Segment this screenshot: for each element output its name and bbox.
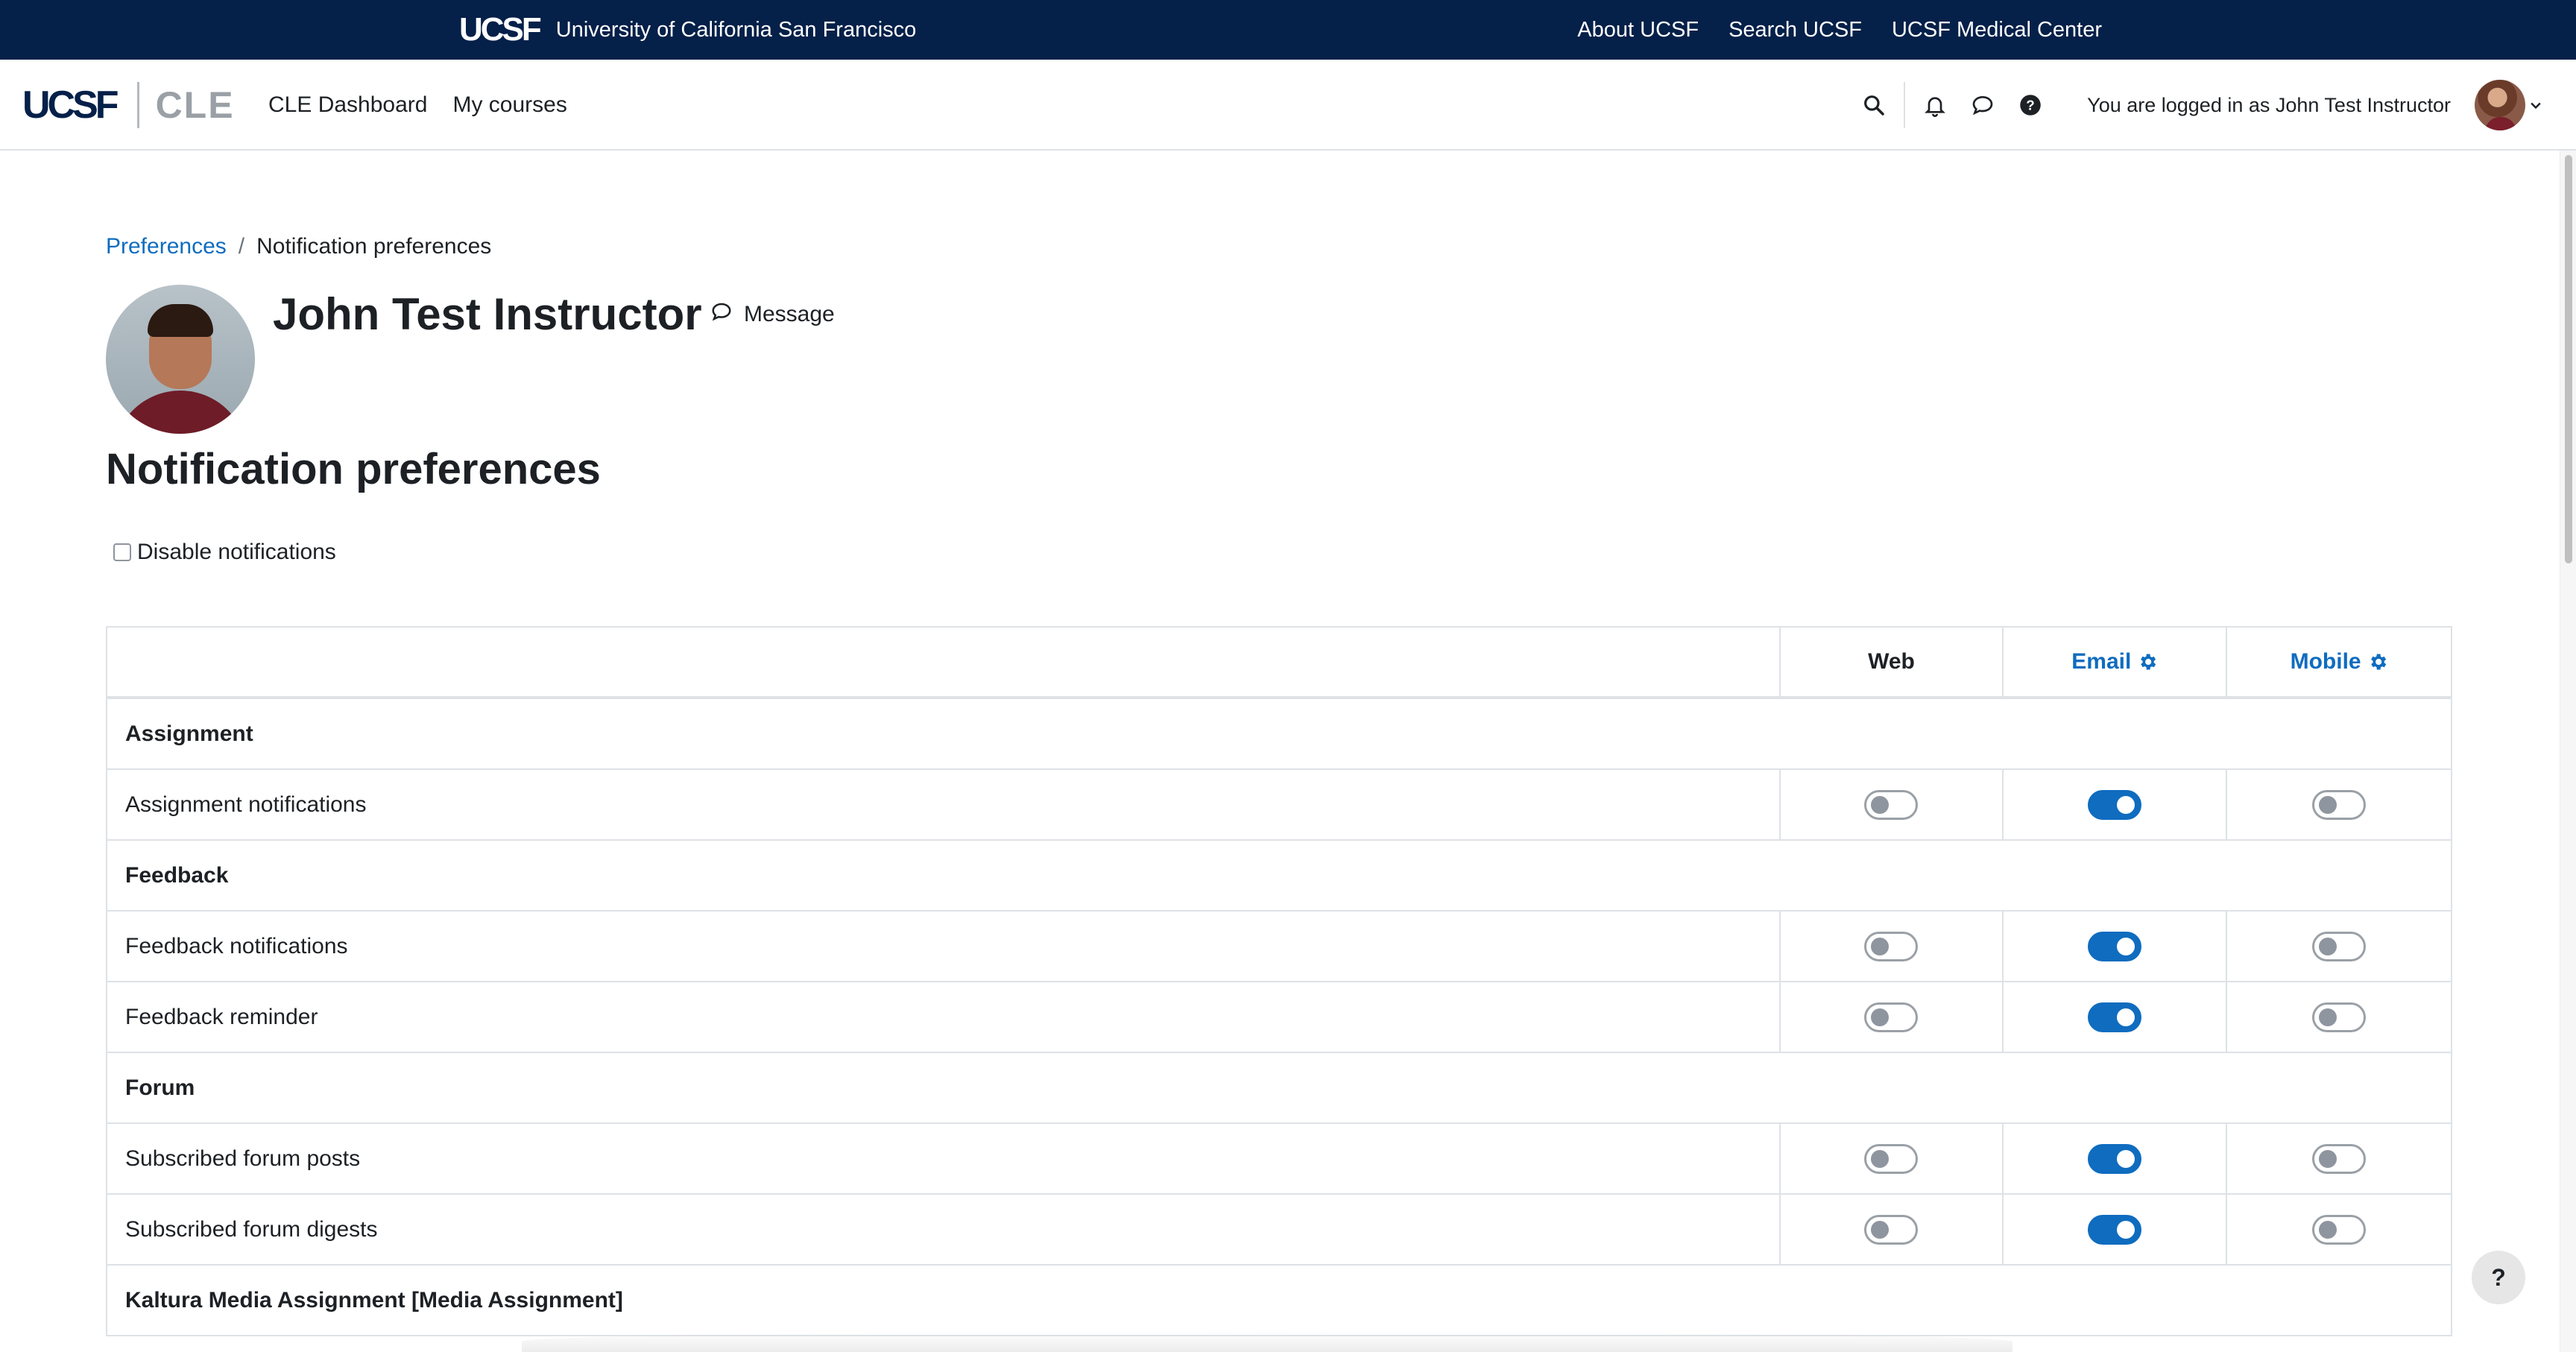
chat-icon [710,300,733,329]
column-email[interactable]: Email [2004,628,2228,696]
toggle-mobile[interactable] [2312,931,2367,961]
table-row: Assignment notifications [107,770,2451,841]
ucsf-brand[interactable]: UCSF University of California San Franci… [459,9,916,51]
table-row: Feedback notifications [107,912,2451,982]
cle-logo: CLE [155,84,235,126]
ucsf-brand-logo: UCSF [459,11,542,48]
university-name: University of California San Francisco [555,17,917,42]
table-row: Feedback reminder [107,982,2451,1053]
toggle-web[interactable] [1864,931,1919,961]
ucsf-medical-center-link[interactable]: UCSF Medical Center [1892,18,2102,42]
user-avatar[interactable] [2475,80,2525,130]
search-ucsf-link[interactable]: Search UCSF [1729,18,1862,42]
section-row-assignment: Assignment [107,699,2451,770]
table-header-row: Web Email Mobile [107,628,2451,699]
main-navbar: UCSF CLE CLE Dashboard My courses ? You … [0,60,2576,151]
column-email-label: Email [2071,649,2132,674]
page-title: Notification preferences [106,445,601,493]
table-header-blank [107,628,1781,696]
preference-label: Assignment notifications [107,770,1781,839]
preference-label: Subscribed forum posts [107,1124,1781,1193]
search-icon[interactable] [1856,87,1892,123]
page-scrollbar[interactable] [2560,151,2576,1352]
profile-name: John Test Instructor [273,289,702,339]
toggle-web[interactable] [1864,1143,1919,1174]
top-links: About UCSF Search UCSF UCSF Medical Cent… [1577,0,2102,60]
nav-my-courses[interactable]: My courses [452,92,566,118]
chevron-down-icon[interactable] [2525,87,2546,123]
svg-text:?: ? [2026,97,2034,113]
gear-icon[interactable] [2367,651,2388,672]
message-button[interactable]: Message [710,298,835,331]
bell-icon[interactable] [1917,87,1953,123]
help-icon[interactable]: ? [2012,87,2048,123]
disable-notifications: Disable notifications [113,540,336,565]
ucsf-top-bar: UCSF University of California San Franci… [0,0,2576,60]
column-web: Web [1781,628,2004,696]
disable-notifications-label: Disable notifications [137,540,336,564]
toggle-web[interactable] [1864,1214,1919,1245]
section-row-forum: Forum [107,1053,2451,1124]
toggle-email[interactable] [2088,1143,2142,1174]
preference-label: Subscribed forum digests [107,1195,1781,1264]
breadcrumb-current: Notification preferences [256,234,492,259]
bottom-shadow [522,1331,2012,1352]
chat-icon[interactable] [1965,87,2001,123]
breadcrumb-preferences[interactable]: Preferences [106,234,227,259]
section-title: Kaltura Media Assignment [Media Assignme… [125,1287,623,1312]
toggle-web[interactable] [1864,1002,1919,1032]
primary-nav: CLE Dashboard My courses [268,60,567,151]
navbar-user-area: ? You are logged in as John Test Instruc… [1856,60,2546,151]
toggle-email[interactable] [2088,1214,2142,1245]
toggle-email[interactable] [2088,931,2142,961]
toggle-email[interactable] [2088,789,2142,820]
toggle-email[interactable] [2088,1002,2142,1032]
breadcrumb-separator: / [238,234,245,259]
nav-cle-dashboard[interactable]: CLE Dashboard [268,92,427,118]
toggle-mobile[interactable] [2312,1214,2367,1245]
toggle-mobile[interactable] [2312,1002,2367,1032]
column-mobile[interactable]: Mobile [2227,628,2451,696]
help-button[interactable]: ? [2472,1251,2525,1304]
section-row-kaltura: Kaltura Media Assignment [Media Assignme… [107,1266,2451,1336]
scrollbar-thumb[interactable] [2565,155,2572,563]
notification-preferences-table: Web Email Mobile Assignment Assignment n… [106,626,2452,1336]
column-mobile-label: Mobile [2290,649,2361,674]
section-title: Forum [125,1075,195,1100]
section-title: Feedback [125,862,229,888]
profile-avatar [106,285,255,434]
toggle-mobile[interactable] [2312,1143,2367,1174]
navbar-separator [1904,82,1906,128]
section-title: Assignment [125,721,253,746]
toggle-mobile[interactable] [2312,789,2367,820]
section-row-feedback: Feedback [107,841,2451,912]
preference-label: Feedback reminder [107,982,1781,1052]
preference-label: Feedback notifications [107,912,1781,981]
about-ucsf-link[interactable]: About UCSF [1577,18,1699,42]
toggle-web[interactable] [1864,789,1919,820]
message-label: Message [744,302,835,326]
logo-divider [136,82,139,128]
table-row: Subscribed forum digests [107,1195,2451,1266]
gear-icon[interactable] [2137,651,2158,672]
breadcrumb: Preferences / Notification preferences [106,234,491,259]
site-logo[interactable]: UCSF CLE [22,79,235,131]
logged-in-text: You are logged in as John Test Instructo… [2087,93,2451,116]
table-row: Subscribed forum posts [107,1124,2451,1195]
ucsf-logo: UCSF [22,83,119,127]
disable-notifications-checkbox[interactable] [113,543,131,561]
